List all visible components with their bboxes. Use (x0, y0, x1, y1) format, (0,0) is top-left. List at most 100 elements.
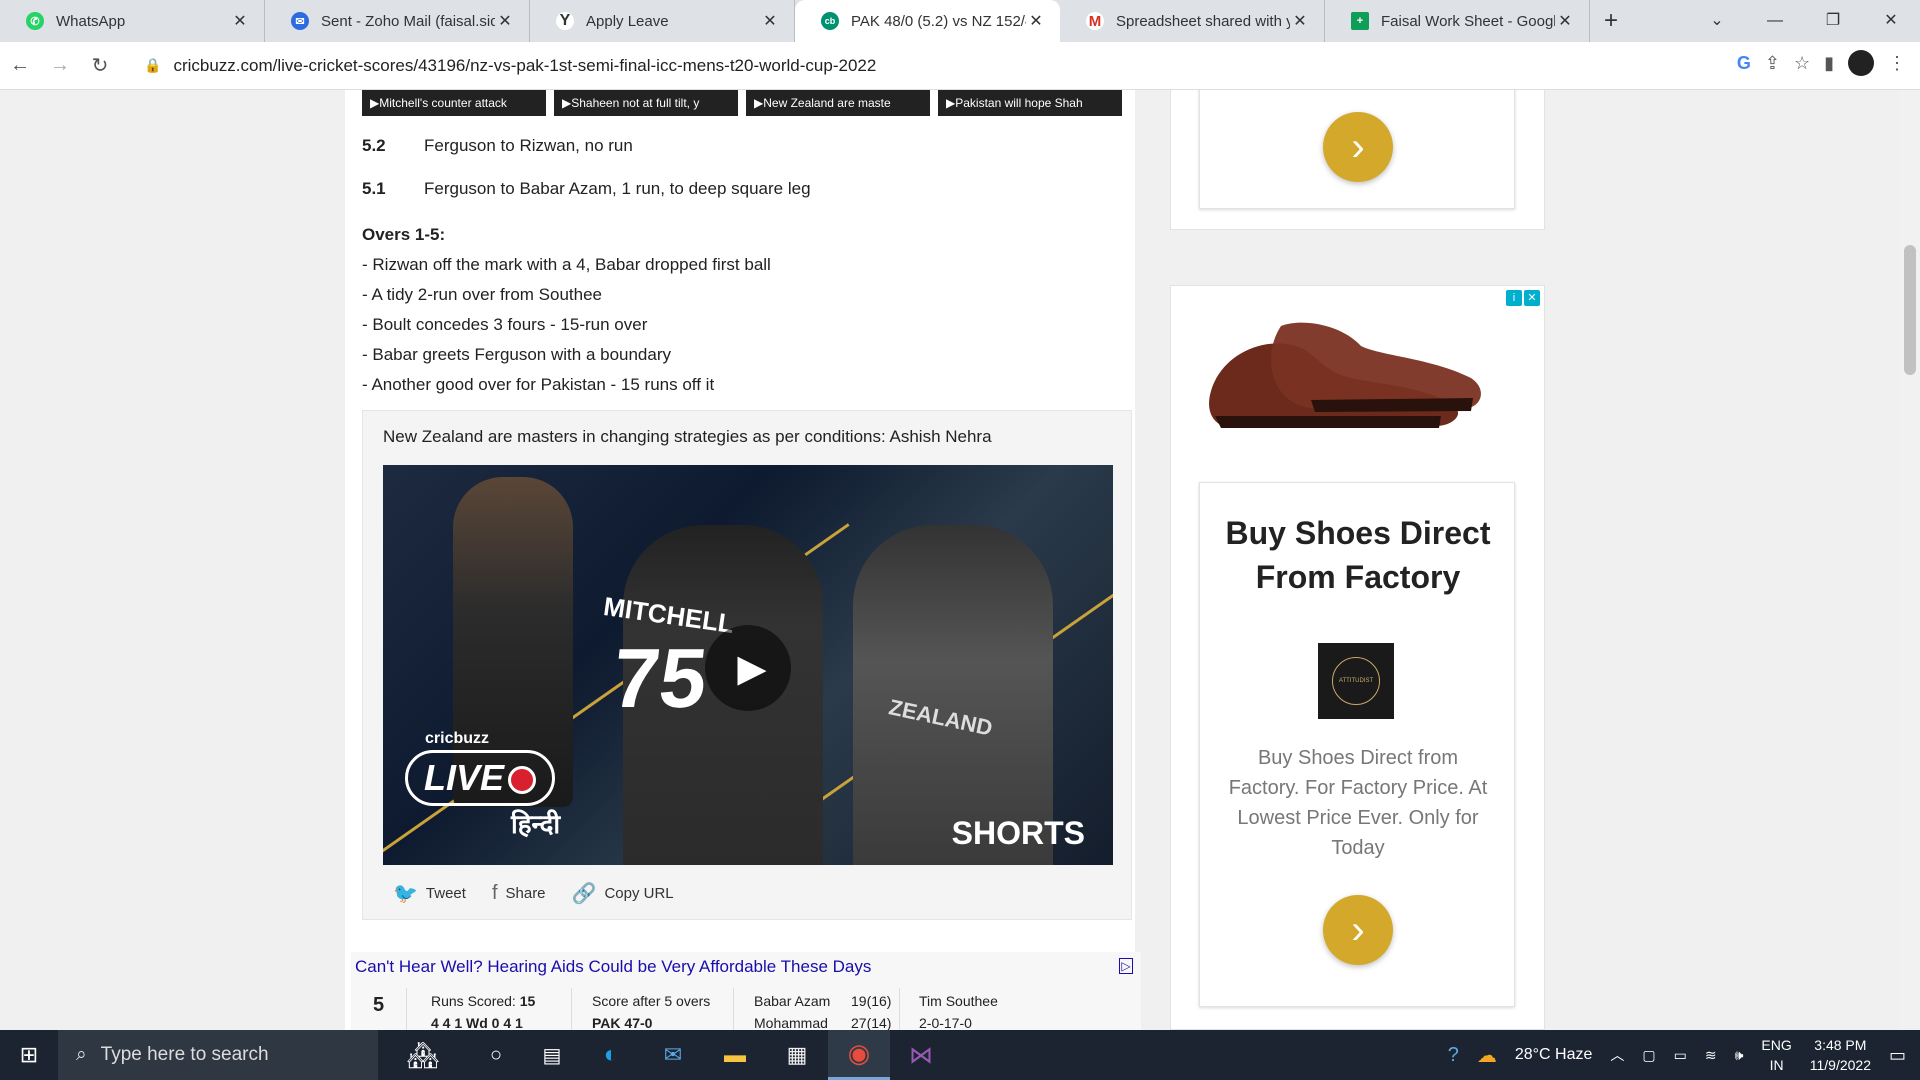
share-label: Share (505, 885, 546, 902)
tab-title: Apply Leave (586, 12, 669, 30)
chrome-icon[interactable]: ◉ (828, 1030, 890, 1080)
commentary-item: 5.1 Ferguson to Babar Azam, 1 run, to dee… (362, 179, 811, 199)
mail-icon[interactable]: ✉ (642, 1030, 704, 1080)
close-icon[interactable]: ✕ (495, 11, 515, 31)
help-icon[interactable]: ? (1448, 1044, 1459, 1067)
video-thumb[interactable]: ▶ Shaheen not at full tilt, y (554, 90, 738, 116)
ad-card: › (1199, 90, 1515, 209)
batsman-name: Babar Azam (754, 993, 831, 1009)
tweet-button[interactable]: 🐦 Tweet (393, 881, 466, 906)
tab-zoho-mail[interactable]: ✉ Sent - Zoho Mail (faisal.sidd ✕ (265, 0, 530, 42)
tab-title: Faisal Work Sheet - Google (1381, 12, 1555, 30)
divider (899, 988, 900, 1030)
search-placeholder: Type here to search (100, 1044, 269, 1065)
sheets-icon: + (1351, 12, 1369, 30)
info-icon[interactable]: i (1506, 290, 1522, 306)
reload-icon[interactable]: ↻ (80, 53, 120, 78)
video-title[interactable]: New Zealand are masters in changing stra… (383, 427, 992, 447)
chevron-up-icon[interactable]: ︿ (1610, 1045, 1624, 1065)
chevron-right-icon[interactable]: › (1323, 112, 1393, 182)
brand-logo-ring: ATTITUDIST (1332, 657, 1380, 705)
new-tab-button[interactable]: + (1590, 0, 1632, 42)
weather-icon[interactable]: ☁ (1477, 1043, 1497, 1068)
share-button[interactable]: f Share (492, 881, 546, 906)
video-player[interactable]: MITCHELL 75 ZEALAND ▶ cricbuzz LIVE हिन्… (383, 465, 1113, 865)
close-window-button[interactable]: ✕ (1862, 0, 1920, 42)
visual-studio-icon[interactable]: ⋈ (890, 1030, 952, 1080)
video-thumb[interactable]: ▶ Pakistan will hope Shah (938, 90, 1122, 116)
store-icon[interactable]: ▦ (766, 1030, 828, 1080)
forward-icon[interactable]: → (40, 54, 80, 77)
bookmark-star-icon[interactable]: ☆ (1794, 53, 1810, 74)
live-text: LIVE (424, 757, 505, 798)
menu-icon[interactable]: ⋮ (1888, 53, 1906, 74)
search-icon: ⌕ (76, 1044, 87, 1065)
taskbar-search[interactable]: ⌕ Type here to search (58, 1030, 378, 1080)
facebook-icon: f (491, 882, 498, 904)
play-icon[interactable]: ▶ (705, 625, 791, 711)
lang-region: IN (1769, 1057, 1784, 1073)
google-icon[interactable]: G (1737, 53, 1751, 74)
file-explorer-icon[interactable]: ▬ (704, 1030, 766, 1080)
video-thumb-title: Mitchell's counter attack (379, 96, 507, 110)
windows-taskbar: ⊞ ⌕ Type here to search 🏘 ○ ▤ ◐ ✉ ▬ ▦ ◉ ⋈… (0, 1030, 1920, 1080)
tab-search-icon[interactable]: ⌄ (1688, 0, 1746, 42)
ad-choices: i ✕ (1506, 290, 1540, 306)
close-icon[interactable]: ✕ (230, 11, 250, 31)
lock-icon[interactable]: 🔒 (144, 57, 161, 74)
tab-title: Sent - Zoho Mail (faisal.sidd (321, 12, 495, 30)
tab-gmail[interactable]: M Spreadsheet shared with yo ✕ (1060, 0, 1325, 42)
commentary-item: 5.2 Ferguson to Rizwan, no run (362, 136, 633, 156)
clock[interactable]: 3:48 PM 11/9/2022 (1810, 1035, 1871, 1075)
close-icon[interactable]: ✕ (760, 11, 780, 31)
close-icon[interactable]: ✕ (1555, 11, 1575, 31)
close-icon[interactable]: ✕ (1524, 290, 1540, 306)
language-indicator[interactable]: ENG IN (1761, 1035, 1791, 1075)
video-thumb[interactable]: ▶ Mitchell's counter attack (362, 90, 546, 116)
ad-choices-icon[interactable]: ▷ (1119, 958, 1133, 974)
shoe-ad[interactable]: i ✕ Buy Shoes Direct From Factory ATTITUD… (1170, 285, 1545, 1030)
close-icon[interactable]: ✕ (1026, 11, 1046, 31)
wifi-icon[interactable]: ≋ (1705, 1047, 1717, 1064)
tab-title: WhatsApp (56, 12, 126, 30)
side-panel-icon[interactable]: ▮ (1824, 53, 1834, 74)
cricbuzz-icon: cb (821, 12, 839, 30)
task-view-icon[interactable]: ▤ (524, 1030, 580, 1080)
meet-icon[interactable]: ▢ (1642, 1047, 1655, 1064)
tab-whatsapp[interactable]: ✆ WhatsApp ✕ (0, 0, 265, 42)
tab-bar: ✆ WhatsApp ✕ ✉ Sent - Zoho Mail (faisal.sid… (0, 0, 1920, 42)
sponsored-link[interactable]: Can't Hear Well? Hearing Aids Could be V… (351, 952, 1141, 982)
divider (406, 988, 407, 1030)
chevron-right-icon[interactable]: › (1323, 895, 1393, 965)
profile-avatar[interactable] (1848, 50, 1874, 76)
score-label: Score after 5 overs (592, 993, 711, 1009)
tab-google-sheets[interactable]: + Faisal Work Sheet - Google ✕ (1325, 0, 1590, 42)
url-field[interactable]: 🔒 cricbuzz.com/live-cricket-scores/43196… (130, 48, 1320, 84)
notification-icon[interactable]: ▭ (1889, 1045, 1906, 1066)
record-icon (508, 766, 537, 795)
cortana-icon[interactable]: ○ (468, 1030, 524, 1080)
tab-apply-leave[interactable]: Y Apply Leave ✕ (530, 0, 795, 42)
restore-button[interactable]: ❐ (1804, 0, 1862, 42)
back-icon[interactable]: ← (0, 54, 40, 77)
copy-url-button[interactable]: 🔗 Copy URL (572, 881, 674, 906)
ball-number: 5.1 (362, 179, 386, 198)
tab-cricbuzz[interactable]: cb PAK 48/0 (5.2) vs NZ 152/4 ✕ (795, 0, 1060, 42)
page-scrollbar[interactable] (1900, 90, 1920, 1030)
close-icon[interactable]: ✕ (1290, 11, 1310, 31)
volume-icon[interactable]: 🕪 (1735, 1047, 1744, 1064)
ball-number: 5.2 (362, 136, 386, 155)
share-icon[interactable]: ⇪ (1765, 53, 1780, 74)
windows-start-icon[interactable]: ⊞ (0, 1030, 58, 1080)
tab-title: Spreadsheet shared with yo (1116, 12, 1290, 30)
video-card: New Zealand are masters in changing stra… (362, 410, 1132, 920)
ad-title[interactable]: Buy Shoes Direct From Factory (1200, 511, 1516, 599)
battery-icon[interactable]: ▭ (1674, 1047, 1687, 1064)
scrollbar-thumb[interactable] (1904, 245, 1916, 375)
edge-icon[interactable]: ◐ (580, 1030, 642, 1080)
city-widget-icon[interactable]: 🏘 (378, 1030, 468, 1080)
weather-text[interactable]: 28°C Haze (1515, 1046, 1593, 1064)
minimize-button[interactable]: — (1746, 0, 1804, 42)
ad-container: › (1170, 90, 1545, 230)
video-thumb[interactable]: ▶ New Zealand are maste (746, 90, 930, 116)
